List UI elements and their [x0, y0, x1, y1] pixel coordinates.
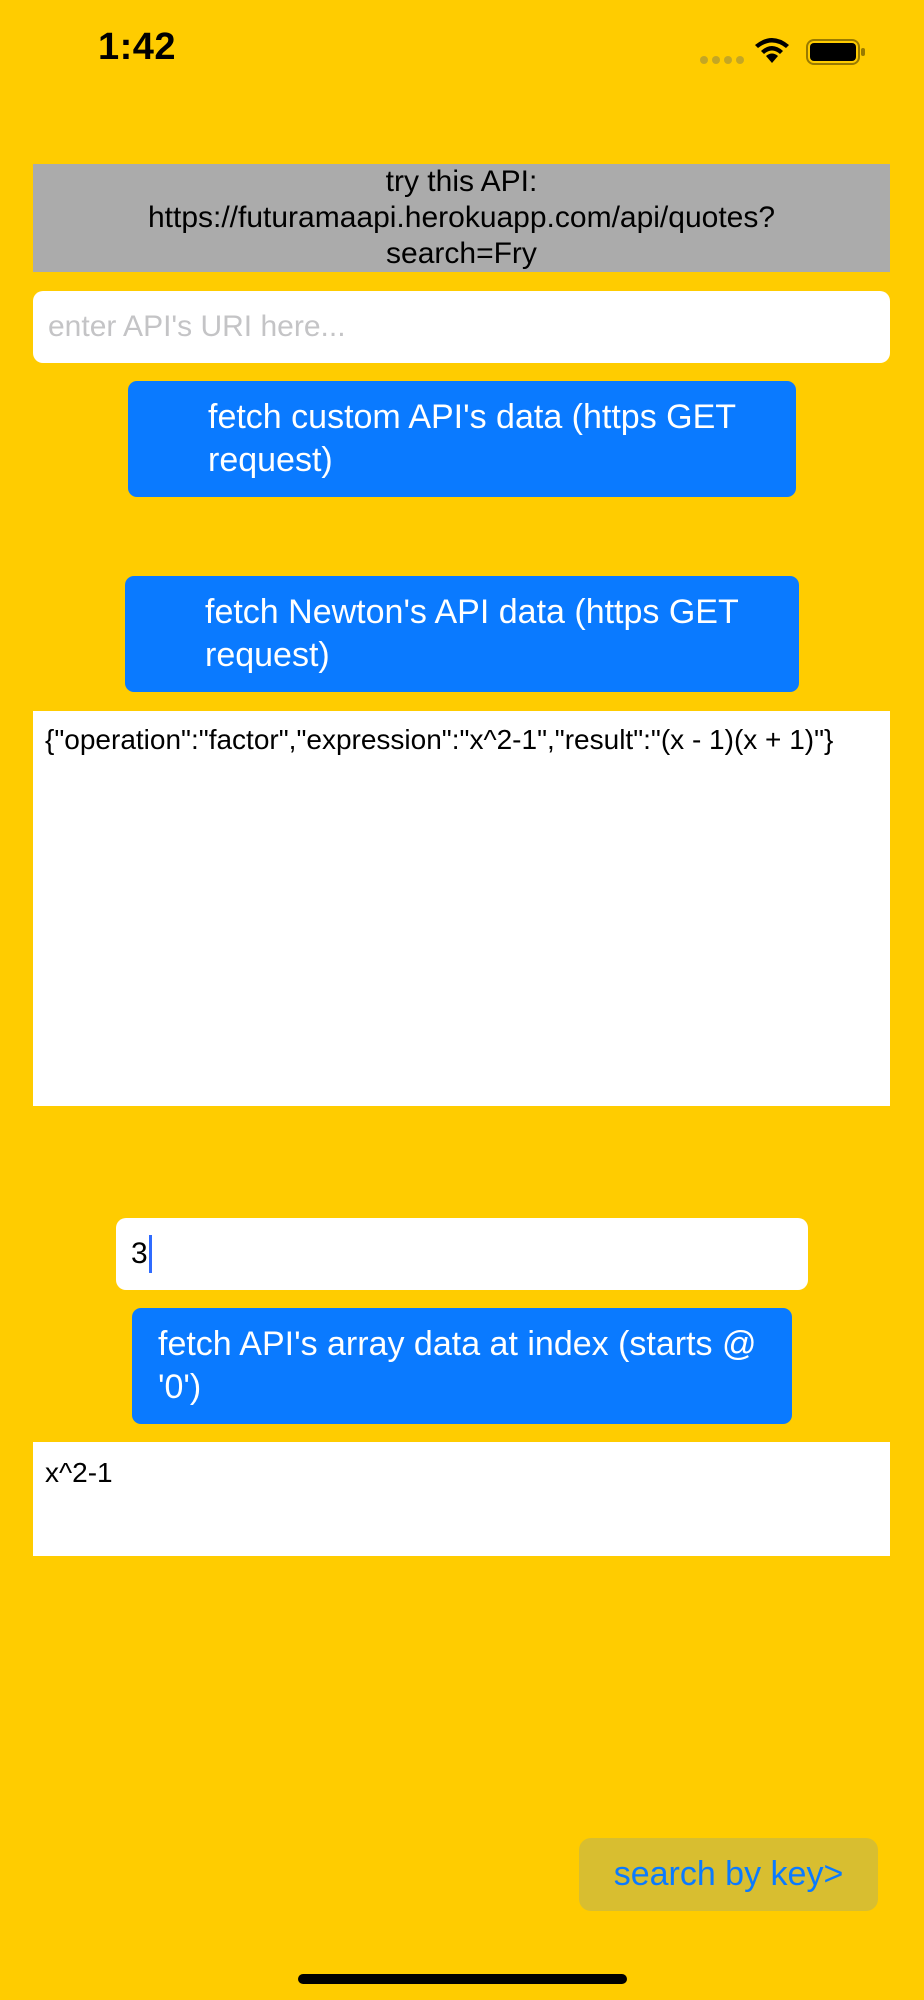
fetch-array-index-button[interactable]: fetch API's array data at index (starts …	[132, 1308, 792, 1424]
fetch-newton-api-button[interactable]: fetch Newton's API data (https GET reque…	[125, 576, 799, 692]
fetch-custom-api-button[interactable]: fetch custom API's data (https GET reque…	[128, 381, 796, 497]
fetch-custom-api-label: fetch custom API's data (https GET reque…	[208, 398, 736, 479]
array-index-value: 3	[131, 1237, 148, 1270]
array-value-output[interactable]: x^2-1	[33, 1442, 890, 1556]
home-indicator[interactable]	[298, 1974, 627, 1984]
text-caret	[148, 1235, 152, 1273]
wifi-icon	[755, 38, 789, 63]
fetch-array-index-label: fetch API's array data at index (starts …	[158, 1325, 757, 1406]
search-by-key-label: search by key>	[613, 1855, 844, 1893]
api-uri-placeholder: enter API's URI here...	[48, 310, 346, 343]
battery-icon	[806, 39, 865, 65]
api-hint-label: try this API: https://futuramaapi.heroku…	[33, 164, 890, 272]
json-response-text: {"operation":"factor","expression":"x^2-…	[45, 724, 834, 755]
array-value-text: x^2-1	[45, 1457, 113, 1488]
status-time: 1:42	[98, 26, 177, 68]
search-by-key-button[interactable]: search by key>	[579, 1838, 878, 1911]
status-bar: 1:42	[0, 0, 924, 104]
api-uri-input[interactable]: enter API's URI here...	[33, 291, 890, 363]
signal-dots-icon	[700, 56, 744, 64]
json-response-output[interactable]: {"operation":"factor","expression":"x^2-…	[33, 711, 890, 1106]
fetch-newton-api-label: fetch Newton's API data (https GET reque…	[205, 593, 739, 674]
array-index-input[interactable]: 3	[116, 1218, 808, 1290]
